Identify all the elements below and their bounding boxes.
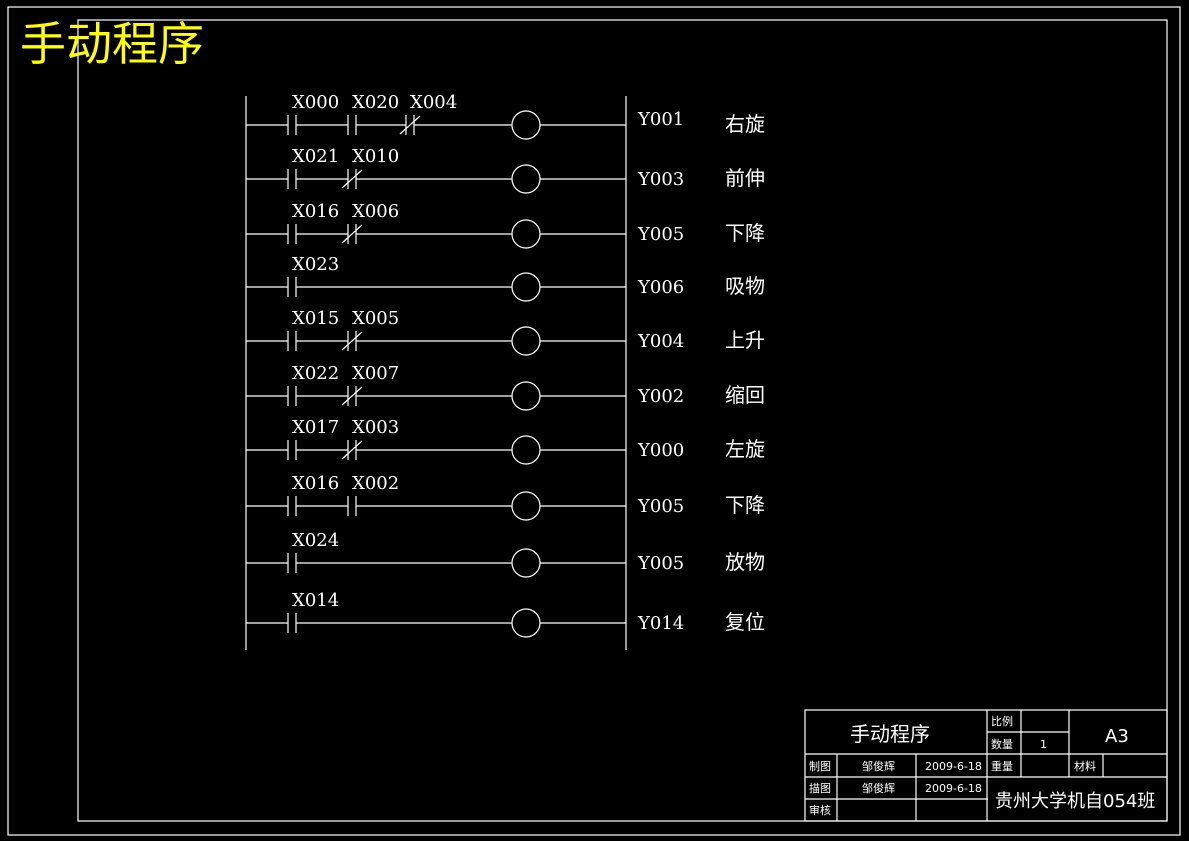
contact-label: X005 xyxy=(352,308,399,329)
contact-label: X007 xyxy=(352,363,399,384)
output-label: Y002 xyxy=(637,386,684,407)
output-label: Y005 xyxy=(637,224,684,245)
organization: 贵州大学机自054班 xyxy=(995,791,1155,812)
output-description: 放物 xyxy=(725,550,765,574)
output-description: 下降 xyxy=(725,493,765,517)
output-label: Y014 xyxy=(637,613,684,634)
material-label: 材料 xyxy=(1074,759,1096,773)
rung: X022 X007 Y002 缩回 xyxy=(246,363,765,411)
rung: X016 X002 Y005 下降 xyxy=(246,473,765,521)
normally-open-contact xyxy=(287,224,297,244)
normally-open-contact xyxy=(347,115,357,135)
output-description: 前伸 xyxy=(725,166,765,190)
rung: X023 Y006 吸物 xyxy=(246,254,765,302)
inner-border xyxy=(77,19,1168,822)
output-label: Y005 xyxy=(637,553,684,574)
output-coil xyxy=(511,326,541,356)
contact-label: X006 xyxy=(352,201,399,222)
normally-open-contact xyxy=(287,331,297,351)
page-title: 手动程序 xyxy=(20,17,204,71)
contact-label: X015 xyxy=(292,308,339,329)
output-description: 右旋 xyxy=(725,112,765,136)
output-description: 上升 xyxy=(725,328,765,352)
output-description: 下降 xyxy=(725,221,765,245)
contact-label: X016 xyxy=(292,201,339,222)
contact-label: X023 xyxy=(292,254,339,275)
scale-label: 比例 xyxy=(991,714,1013,728)
normally-open-contact xyxy=(287,496,297,516)
contact-label: X016 xyxy=(292,473,339,494)
output-description: 缩回 xyxy=(725,383,765,407)
output-label: Y000 xyxy=(637,440,684,461)
normally-open-contact xyxy=(287,169,297,189)
drawn-by: 邹俊辉 xyxy=(862,759,895,773)
rung: X014 Y014 复位 xyxy=(246,590,765,638)
rung: X016 X006 Y005 下降 xyxy=(246,201,765,249)
contact-label: X024 xyxy=(292,530,339,551)
quantity-value: 1 xyxy=(1040,738,1047,751)
normally-open-contact xyxy=(287,386,297,406)
ladder-rungs: X000 X020 X004 Y001 右旋 X021 X010 Y003 前伸 X016 X006… xyxy=(246,92,765,638)
output-coil xyxy=(511,381,541,411)
traced-date: 2009-6-18 xyxy=(925,782,982,795)
output-coil xyxy=(511,548,541,578)
normally-open-contact xyxy=(287,115,297,135)
outer-border xyxy=(7,6,1181,836)
drawn-label: 制图 xyxy=(809,760,831,773)
contact-label: X010 xyxy=(352,146,399,167)
contact-label: X021 xyxy=(292,146,339,167)
output-label: Y004 xyxy=(637,331,684,352)
normally-open-contact xyxy=(347,496,357,516)
contact-label: X002 xyxy=(352,473,399,494)
output-coil xyxy=(511,608,541,638)
contact-label: X004 xyxy=(410,92,457,113)
quantity-label: 数量 xyxy=(991,738,1013,751)
normally-open-contact xyxy=(287,613,297,633)
rung: X017 X003 Y000 左旋 xyxy=(246,417,765,465)
output-description: 复位 xyxy=(725,610,765,634)
normally-open-contact xyxy=(287,277,297,297)
drawn-date: 2009-6-18 xyxy=(925,760,982,773)
output-description: 吸物 xyxy=(725,274,765,298)
output-label: Y003 xyxy=(637,169,684,190)
contact-label: X022 xyxy=(292,363,339,384)
contact-label: X020 xyxy=(352,92,399,113)
contact-label: X014 xyxy=(292,590,339,611)
rung: X015 X005 Y004 上升 xyxy=(246,308,765,356)
contact-label: X017 xyxy=(292,417,339,438)
output-label: Y005 xyxy=(637,496,684,517)
output-coil xyxy=(511,272,541,302)
contact-label: X003 xyxy=(352,417,399,438)
traced-label: 描图 xyxy=(809,781,831,795)
output-description: 左旋 xyxy=(725,437,765,461)
weight-label: 重量 xyxy=(991,759,1013,773)
rung: X021 X010 Y003 前伸 xyxy=(246,146,765,194)
output-coil xyxy=(511,164,541,194)
title-block: 手动程序 比例 数量 1 A3 制图 邹俊辉 2009-6-18 重量 材料 描… xyxy=(804,709,1168,822)
contact-label: X000 xyxy=(292,92,339,113)
title-block-drawing-name: 手动程序 xyxy=(850,722,930,746)
rung: X000 X020 X004 Y001 右旋 xyxy=(246,92,765,140)
ladder-diagram-canvas: 手动程序 X000 X020 X004 Y001 右旋 X021 X010 Y003 前伸 X01… xyxy=(7,6,1181,836)
traced-by: 邹俊辉 xyxy=(862,781,895,795)
output-label: Y001 xyxy=(637,109,684,130)
output-coil xyxy=(511,110,541,140)
output-coil xyxy=(511,491,541,521)
review-label: 审核 xyxy=(809,803,831,817)
sheet-size: A3 xyxy=(1105,726,1129,747)
output-coil xyxy=(511,219,541,249)
output-label: Y006 xyxy=(637,277,684,298)
output-coil xyxy=(511,435,541,465)
rung: X024 Y005 放物 xyxy=(246,530,765,578)
normally-open-contact xyxy=(287,440,297,460)
normally-open-contact xyxy=(287,553,297,573)
